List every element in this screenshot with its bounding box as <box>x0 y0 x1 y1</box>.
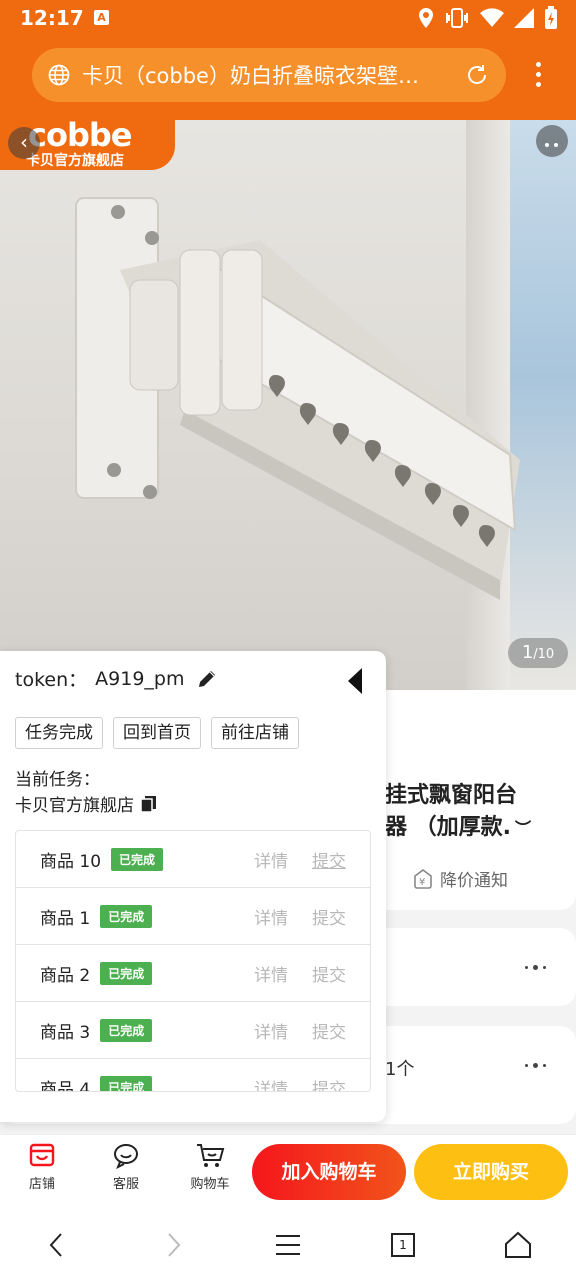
current-task: 卡贝官方旗舰店 <box>15 791 158 816</box>
store-label: 店铺 <box>28 1177 55 1192</box>
service-label: 客服 <box>112 1177 139 1192</box>
url-title: 卡贝（cobbe）奶白折叠晾衣架壁… <box>82 64 419 88</box>
task-status-badge: 已完成 <box>100 1018 153 1042</box>
product-image[interactable]: cobbe 卡贝官方旗舰店 <box>0 120 576 690</box>
product-action-bar: 店铺 客服 购物车 加入购物车 立即购买 <box>0 1134 576 1206</box>
tabs-count: 1 <box>391 1233 415 1257</box>
task-name: 商品 1 <box>40 908 91 929</box>
image-counter-total: /10 <box>533 647 555 662</box>
task-submit-link[interactable]: 提交 <box>312 1075 346 1092</box>
store-icon <box>29 1143 55 1167</box>
image-counter-current: 1 <box>521 642 534 663</box>
brand-store-name: 卡贝官方旗舰店 <box>26 153 124 169</box>
panel-buttons: 任务完成 回到首页 前往店铺 <box>15 717 299 749</box>
add-to-cart-button[interactable]: 加入购物车 <box>252 1144 406 1200</box>
globe-icon <box>48 64 70 86</box>
task-submit-link[interactable]: 提交 <box>312 847 346 872</box>
notification-a-icon: A <box>94 10 109 25</box>
reload-icon[interactable] <box>464 62 490 88</box>
service-action[interactable]: 客服 <box>96 1141 156 1192</box>
cart-label: 购物车 <box>190 1177 230 1192</box>
buy-now-button[interactable]: 立即购买 <box>414 1144 568 1200</box>
more-vert-icon[interactable] <box>536 62 542 92</box>
price-tag-icon: ¥ <box>414 868 432 889</box>
drying-rack-illustration <box>75 197 520 600</box>
product-title[interactable]: 挂式飘窗阳台 器 （加厚款. ︶ <box>385 780 531 845</box>
nav-home-icon[interactable] <box>503 1230 533 1260</box>
signal-icon <box>514 8 534 28</box>
wifi-icon <box>480 8 504 27</box>
image-counter: 1/10 <box>508 638 568 668</box>
task-detail-link[interactable]: 详情 <box>254 847 288 872</box>
price-notice-button[interactable]: ¥ 降价通知 <box>412 866 508 891</box>
current-task-value: 卡贝官方旗舰店 <box>15 796 134 816</box>
more-horiz-icon[interactable] <box>536 125 568 157</box>
go-to-store-button[interactable]: 前往店铺 <box>211 717 299 749</box>
browser-toolbar: 卡贝（cobbe）奶白折叠晾衣架壁… <box>0 36 576 120</box>
shopping-cart-icon <box>197 1144 225 1167</box>
address-bar[interactable]: 卡贝（cobbe）奶白折叠晾衣架壁… <box>32 48 506 102</box>
expand-chevron-icon[interactable]: ︶ <box>515 819 531 838</box>
task-row: 商品 3 已完成 详情 提交 <box>16 1002 370 1059</box>
task-submit-link[interactable]: 提交 <box>312 904 346 929</box>
more-options-icon[interactable] <box>525 965 546 970</box>
task-submit-link[interactable]: 提交 <box>312 1018 346 1043</box>
task-row: 商品 2 已完成 详情 提交 <box>16 945 370 1002</box>
task-detail-link[interactable]: 详情 <box>254 904 288 929</box>
customer-service-icon <box>114 1144 138 1169</box>
status-icons <box>418 6 558 30</box>
cart-action[interactable]: 购物车 <box>180 1141 240 1192</box>
task-row: 商品 4 已完成 详情 提交 <box>16 1059 370 1092</box>
task-list[interactable]: 商品 10 已完成 详情 提交 商品 1 已完成 详情 提交 商品 2 已完成 … <box>15 830 371 1092</box>
nav-forward-icon[interactable] <box>158 1230 188 1260</box>
task-detail-link[interactable]: 详情 <box>254 1075 288 1092</box>
status-bar: 12:17 A <box>0 0 576 36</box>
svg-text:¥: ¥ <box>419 877 425 888</box>
task-status-badge: 已完成 <box>100 961 153 985</box>
nav-menu-icon[interactable] <box>273 1230 303 1260</box>
quantity-text: 1个 <box>385 1059 415 1080</box>
task-panel: token： A919_pm 任务完成 回到首页 前往店铺 当前任务： 卡贝官方… <box>0 651 386 1122</box>
product-title-line1: 挂式飘窗阳台 <box>385 783 518 808</box>
product-title-line2: 器 （加厚款. ︶ <box>385 815 532 840</box>
nav-tabs-icon[interactable]: 1 <box>389 1230 419 1260</box>
token-row: token： A919_pm <box>15 665 218 692</box>
store-action[interactable]: 店铺 <box>12 1141 72 1192</box>
nav-back-icon[interactable] <box>42 1230 72 1260</box>
back-arrow-icon[interactable]: ‹ <box>8 127 40 159</box>
location-icon <box>419 8 433 28</box>
task-detail-link[interactable]: 详情 <box>254 1018 288 1043</box>
price-notice-label: 降价通知 <box>440 871 508 891</box>
token-value: A919_pm <box>95 667 185 690</box>
status-time: 12:17 <box>20 6 84 30</box>
task-row: 商品 1 已完成 详情 提交 <box>16 888 370 945</box>
task-name: 商品 10 <box>40 851 102 872</box>
token-label: token： <box>15 669 88 691</box>
back-home-button[interactable]: 回到首页 <box>113 717 201 749</box>
task-row: 商品 10 已完成 详情 提交 <box>16 831 370 888</box>
edit-pencil-icon[interactable] <box>196 668 218 690</box>
current-task-label: 当前任务： <box>15 770 100 790</box>
task-status-badge: 已完成 <box>111 847 164 871</box>
task-status-badge: 已完成 <box>100 904 153 928</box>
vibrate-icon <box>446 8 468 28</box>
brand-logo: cobbe <box>28 120 132 154</box>
task-status-badge: 已完成 <box>100 1075 153 1091</box>
task-detail-link[interactable]: 详情 <box>254 961 288 986</box>
task-complete-button[interactable]: 任务完成 <box>15 717 103 749</box>
battery-icon <box>545 6 557 29</box>
task-name: 商品 4 <box>40 1079 91 1092</box>
screen: 12:17 A 卡贝（cobbe）奶白折叠晾衣架壁… cobbe 卡贝官方旗舰店… <box>0 0 576 1280</box>
task-name: 商品 2 <box>40 965 91 986</box>
task-submit-link[interactable]: 提交 <box>312 961 346 986</box>
collapse-panel-icon[interactable] <box>348 668 362 694</box>
task-name: 商品 3 <box>40 1022 91 1043</box>
copy-icon[interactable] <box>140 795 158 813</box>
more-options-icon[interactable] <box>525 1063 546 1068</box>
browser-nav-bar: 1 <box>0 1206 576 1280</box>
